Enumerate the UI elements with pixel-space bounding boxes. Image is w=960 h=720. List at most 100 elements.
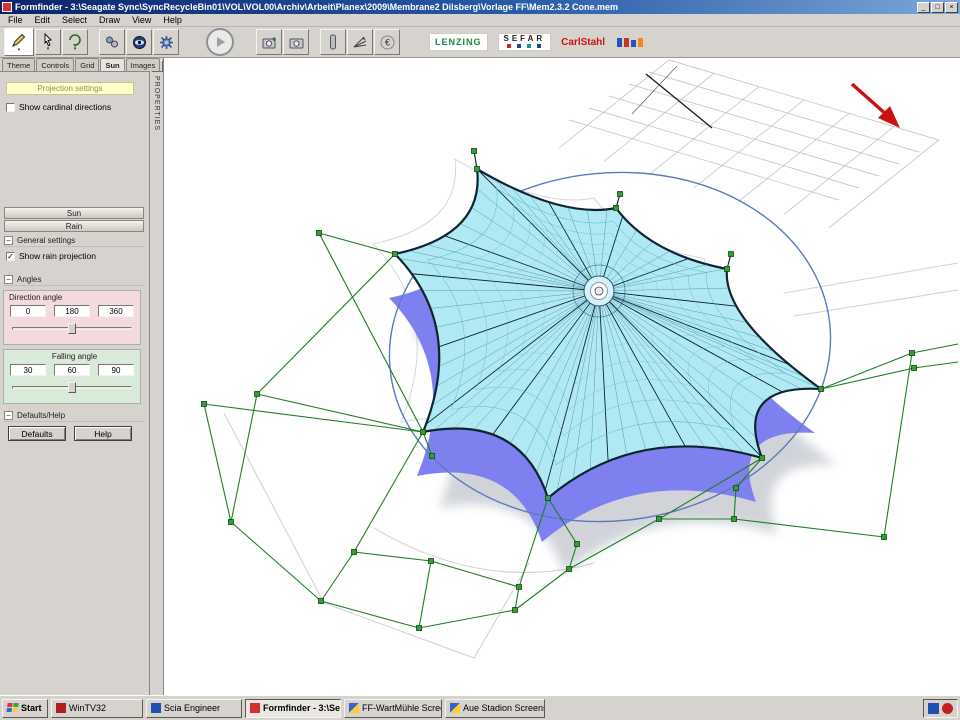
direction-angle-label: Direction angle	[4, 291, 140, 302]
play-formfinding-button[interactable]	[206, 28, 234, 56]
show-cardinal-label: Show cardinal directions	[19, 102, 111, 112]
slider-thumb[interactable]	[68, 323, 76, 334]
defaults-help-section[interactable]: − Defaults/Help	[4, 410, 144, 422]
general-settings-section[interactable]: − General settings	[4, 235, 144, 247]
falling-angle-slider[interactable]	[12, 380, 132, 394]
tab-theme[interactable]: Theme	[2, 58, 35, 71]
title-bar: Formfinder - 3:\Seagate Sync\SyncRecycle…	[0, 0, 960, 14]
menu-help[interactable]: Help	[157, 15, 188, 25]
membrane-scene	[164, 58, 959, 695]
camera-plus-icon	[262, 36, 277, 49]
screenshot-button[interactable]	[283, 29, 309, 55]
sun-settings-panel: Theme Controls Grid Sun Images Projectio…	[0, 58, 150, 695]
camera-icon	[289, 36, 304, 49]
show-cardinal-checkbox[interactable]	[6, 103, 15, 112]
projection-settings-banner: Projection settings	[6, 82, 134, 95]
view-globe-button[interactable]	[126, 29, 152, 55]
menu-file[interactable]: File	[2, 15, 29, 25]
falling-min-field[interactable]: 30	[10, 364, 46, 376]
screenshot-add-button[interactable]	[256, 29, 282, 55]
falling-max-field[interactable]: 90	[98, 364, 134, 376]
tab-controls[interactable]: Controls	[36, 58, 74, 71]
lenzing-logo: LENZING	[429, 33, 488, 51]
direction-value-field[interactable]: 180	[54, 305, 90, 317]
rain-header-button[interactable]: Rain	[4, 220, 144, 232]
properties-strip: ◂ PROPERTIES	[150, 58, 164, 695]
minimize-button[interactable]: _	[917, 2, 930, 13]
euro-icon: €	[380, 35, 395, 50]
carlstahl-logo: CarlStahl	[561, 37, 605, 48]
pencil-icon	[11, 32, 27, 48]
rotate-dropdown-arrow[interactable]: ▾	[74, 47, 77, 51]
rotate-view-button[interactable]: ▾	[62, 29, 88, 55]
arrows-fan-icon	[352, 35, 368, 49]
tray-red-icon[interactable]	[942, 703, 953, 714]
draw-pencil-button[interactable]: ▾	[4, 28, 34, 56]
globe-eye-icon	[132, 35, 147, 50]
pencil-dropdown-arrow[interactable]: ▾	[18, 48, 21, 52]
menu-edit[interactable]: Edit	[29, 15, 57, 25]
toolbar: ▾ ▾ ▾	[0, 27, 960, 58]
scia-icon	[151, 703, 161, 713]
task-wintv32[interactable]: WinTV32	[51, 699, 143, 718]
tab-sun[interactable]: Sun	[100, 58, 124, 71]
tab-images[interactable]: Images	[126, 58, 161, 71]
close-button[interactable]: ×	[945, 2, 958, 13]
direction-max-field[interactable]: 360	[98, 305, 134, 317]
direction-min-field[interactable]: 0	[10, 305, 46, 317]
load-arrows-button[interactable]	[347, 29, 373, 55]
show-rain-row: ✓ Show rain projection	[6, 251, 96, 261]
compass-grid	[559, 60, 939, 228]
angles-section[interactable]: − Angles	[4, 274, 144, 286]
collapse-icon[interactable]: −	[4, 411, 13, 420]
properties-tab[interactable]: PROPERTIES	[153, 76, 160, 131]
falling-angle-panel: Falling angle 30 60 90	[3, 349, 141, 404]
play-icon	[214, 36, 226, 48]
show-rain-checkbox[interactable]: ✓	[6, 252, 15, 261]
task-scia-engineer[interactable]: Scia Engineer	[146, 699, 242, 718]
partner-color-logo	[617, 38, 643, 47]
collapse-icon[interactable]: −	[4, 275, 13, 284]
maximize-button[interactable]: □	[931, 2, 944, 13]
help-button[interactable]: Help	[74, 426, 132, 441]
tab-grid[interactable]: Grid	[75, 58, 99, 71]
start-button[interactable]: Start	[2, 699, 48, 718]
menu-select[interactable]: Select	[56, 15, 93, 25]
paint-icon	[450, 703, 460, 713]
slider-thumb[interactable]	[68, 382, 76, 393]
wrench-icon	[105, 35, 119, 49]
column-tool-button[interactable]	[320, 29, 346, 55]
paint-icon	[349, 703, 359, 713]
menu-draw[interactable]: Draw	[93, 15, 126, 25]
sun-header-button[interactable]: Sun	[4, 207, 144, 219]
windows-logo-icon	[6, 703, 18, 713]
show-cardinal-row: Show cardinal directions	[6, 102, 111, 112]
task-aue-stadion[interactable]: Aue Stadion Screenshot ...	[445, 699, 545, 718]
direction-angle-slider[interactable]	[12, 321, 132, 335]
direction-angle-panel: Direction angle 0 180 360	[3, 290, 141, 345]
taskbar: Start WinTV32 Scia Engineer Formfinder -…	[0, 695, 960, 720]
rotate-icon	[68, 33, 82, 47]
menu-view[interactable]: View	[126, 15, 157, 25]
column-icon	[328, 34, 338, 50]
cursor-dropdown-arrow[interactable]: ▾	[47, 47, 50, 51]
task-formfinder[interactable]: Formfinder - 3:\Seaga...	[245, 699, 341, 718]
gear-icon	[159, 35, 174, 50]
viewport-3d[interactable]	[164, 58, 960, 695]
system-tray	[923, 699, 958, 718]
tray-blue-icon[interactable]	[928, 703, 939, 714]
falling-angle-label: Falling angle	[4, 350, 140, 361]
window-title: Formfinder - 3:\Seagate Sync\SyncRecycle…	[15, 2, 916, 12]
task-ff-wartmuehle[interactable]: FF-WartMühle Screensh...	[344, 699, 442, 718]
cursor-icon	[41, 33, 55, 47]
falling-value-field[interactable]: 60	[54, 364, 90, 376]
select-cursor-button[interactable]: ▾	[35, 29, 61, 55]
cost-euro-button[interactable]: €	[374, 29, 400, 55]
tools-button[interactable]	[99, 29, 125, 55]
formfinder-window: Formfinder - 3:\Seagate Sync\SyncRecycle…	[0, 0, 960, 720]
collapse-icon[interactable]: −	[4, 236, 13, 245]
defaults-button[interactable]: Defaults	[8, 426, 66, 441]
settings-gear-button[interactable]	[153, 29, 179, 55]
show-rain-label: Show rain projection	[19, 251, 96, 261]
menu-bar: File Edit Select Draw View Help	[0, 14, 960, 27]
